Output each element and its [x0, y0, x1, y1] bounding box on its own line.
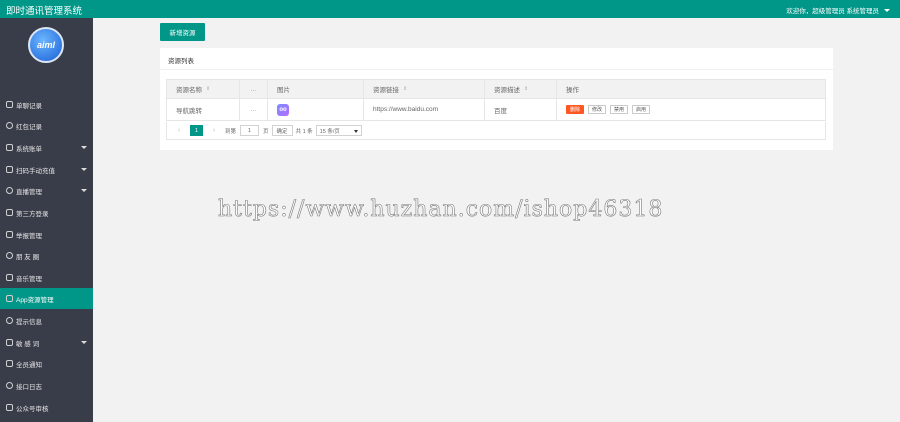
info-icon: [6, 317, 13, 324]
delete-button[interactable]: 删除: [566, 105, 585, 114]
col-header-desc[interactable]: 资源描述 ⇕: [485, 80, 557, 98]
pagination: ‹ 1 › 到第 1 页 确定 共 1 条 15 条/页: [166, 122, 826, 140]
logo-text: aiml: [36, 40, 55, 50]
sort-icon[interactable]: ⇕: [206, 86, 210, 92]
sidebar-item-label: 朋 友 圈: [16, 253, 40, 261]
app-title: 即时通讯管理系统: [6, 6, 83, 17]
caret-down-icon: [81, 146, 87, 149]
sidebar-item-label: 单聊记录: [16, 102, 42, 110]
goto-label: 到第: [225, 128, 237, 135]
sidebar-item-3[interactable]: 系统账单: [0, 137, 93, 158]
goto-confirm-button[interactable]: 确定: [271, 125, 293, 136]
sidebar: aiml 单聊记录红包记录系统账单扫码手动充值 直播管理第三方登录举报管理朋 友 …: [0, 18, 93, 422]
sidebar-item-label: 接口日志: [16, 383, 42, 391]
sidebar-item-label: App资源管理: [16, 296, 54, 304]
sidebar-item-7[interactable]: 举报管理: [0, 224, 93, 245]
sidebar-item-label: 提示信息: [16, 318, 42, 326]
sidebar-item-2[interactable]: 红包记录: [0, 115, 93, 136]
music-icon: [6, 274, 13, 281]
sidebar-item-6[interactable]: 第三方登录: [0, 202, 93, 223]
sidebar-item-label: 全员通知: [16, 361, 42, 369]
col-header-more: ...: [240, 80, 268, 98]
col-header-actions: 操作: [566, 87, 579, 94]
cell-name: 导航跳转: [167, 99, 240, 120]
app-logo: aiml: [28, 27, 64, 63]
sidebar-item-label: 音乐管理: [16, 275, 42, 283]
user-menu[interactable]: 欢迎你，超级管理员 系统管理员: [786, 5, 890, 15]
audit-icon: [6, 404, 13, 411]
sidebar-item-8[interactable]: 朋 友 圈: [0, 245, 93, 266]
resource-table: 资源名称 ⇕ ... 图片 资源链接 ⇕ 资源描述 ⇕ 操作 导航跳转 ... oo …: [166, 79, 826, 121]
tag-icon: [6, 339, 13, 346]
watermark-text: https://www.huzhan.com/ishop46318: [218, 197, 664, 223]
sidebar-item-4[interactable]: 扫码手动充值: [0, 159, 93, 180]
sidebar-item-label: 敏 感 词: [16, 340, 40, 348]
add-resource-button[interactable]: 新增资源: [160, 23, 205, 41]
disable-button[interactable]: 禁用: [610, 105, 629, 114]
chat-icon: [6, 101, 13, 108]
live-icon: [6, 187, 13, 194]
notify-icon: [6, 360, 13, 367]
sidebar-item-label: 扫码手动充值: [16, 167, 55, 175]
col-header-image: 图片: [268, 80, 364, 98]
col-header-name[interactable]: 资源名称 ⇕: [167, 80, 240, 98]
cell-url: https://www.baidu.com: [364, 99, 485, 120]
caret-down-icon: [884, 8, 890, 12]
cell-actions: 删除 修改 禁用 启用: [557, 99, 825, 120]
sidebar-item-15[interactable]: 公众号审核: [0, 397, 93, 418]
caret-down-icon: [81, 189, 87, 192]
enable-button[interactable]: 启用: [632, 105, 651, 114]
bill-icon: [6, 144, 13, 151]
caret-down-icon: [81, 168, 87, 171]
moments-icon: [6, 252, 13, 259]
sidebar-item-9[interactable]: 音乐管理: [0, 267, 93, 288]
page-1-button[interactable]: 1: [190, 125, 203, 136]
sidebar-item-1[interactable]: 单聊记录: [0, 94, 93, 115]
app-resource-icon: [6, 295, 13, 302]
sidebar-item-label: 公众号审核: [16, 405, 49, 413]
col-header-url[interactable]: 资源链接 ⇕: [364, 80, 485, 98]
sidebar-item-label: 举报管理: [16, 232, 42, 240]
chevron-down-icon: [353, 130, 358, 133]
caret-down-icon: [81, 341, 87, 344]
sort-icon[interactable]: ⇕: [524, 86, 528, 92]
top-bar: 即时通讯管理系统 欢迎你，超级管理员 系统管理员: [0, 0, 900, 18]
sidebar-item-label: 系统账单: [16, 145, 42, 153]
cell-desc: 百度: [485, 99, 557, 120]
edit-button[interactable]: 修改: [588, 105, 607, 114]
login-icon: [6, 209, 13, 216]
cell-more: ...: [240, 99, 268, 120]
resource-image-icon[interactable]: oo: [277, 103, 289, 116]
sidebar-item-label: 红包记录: [16, 123, 42, 131]
report-icon: [6, 231, 13, 238]
sidebar-item-10[interactable]: App资源管理: [0, 288, 93, 309]
sidebar-item-12[interactable]: 敏 感 词: [0, 332, 93, 353]
sidebar-item-label: 直播管理: [16, 188, 42, 196]
sidebar-item-13[interactable]: 全员通知: [0, 353, 93, 374]
prev-page-button[interactable]: ‹: [173, 125, 185, 136]
page-size-select[interactable]: 15 条/页: [315, 125, 362, 136]
goto-page-input[interactable]: 1: [240, 125, 260, 136]
page-unit-label: 页: [263, 128, 269, 135]
log-icon: [6, 382, 13, 389]
next-page-button[interactable]: ›: [208, 125, 220, 136]
cell-image: oo: [268, 99, 364, 120]
user-greeting: 欢迎你，超级管理员 系统管理员: [786, 8, 879, 15]
sidebar-item-label: 第三方登录: [16, 210, 49, 218]
sort-icon[interactable]: ⇕: [403, 86, 407, 92]
sidebar-item-14[interactable]: 接口日志: [0, 375, 93, 396]
red-packet-icon: [6, 122, 13, 129]
table-row: 导航跳转 ... oo https://www.baidu.com 百度 删除 …: [167, 98, 825, 120]
total-count: 共 1 条: [295, 128, 313, 135]
scan-icon: [6, 166, 13, 173]
sidebar-item-5[interactable]: 直播管理: [0, 180, 93, 201]
sidebar-item-11[interactable]: 提示信息: [0, 310, 93, 331]
card-title: 资源列表: [160, 48, 833, 70]
table-header: 资源名称 ⇕ ... 图片 资源链接 ⇕ 资源描述 ⇕ 操作: [167, 80, 825, 98]
